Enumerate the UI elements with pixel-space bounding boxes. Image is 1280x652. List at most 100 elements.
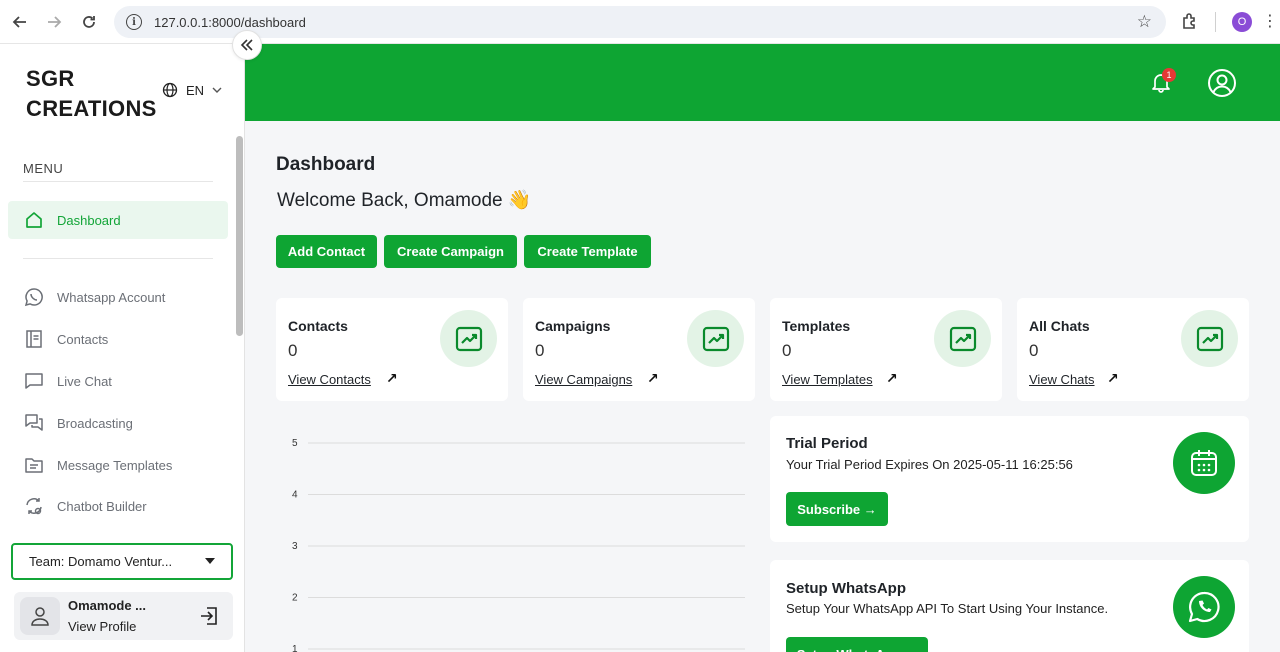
add-contact-button[interactable]: Add Contact: [276, 235, 377, 268]
trial-period-panel: Trial Period Your Trial Period Expires O…: [770, 416, 1249, 542]
card-title: Campaigns: [535, 318, 611, 334]
sidebar: SGR CREATIONS EN MENU Dashboard Whatsapp…: [0, 44, 245, 652]
welcome-message: Welcome Back, Omamode 👋: [277, 190, 532, 211]
team-selector[interactable]: Team: Domamo Ventur...: [11, 543, 233, 580]
trend-icon-badge: [934, 310, 991, 367]
sidebar-item-label: Contacts: [57, 331, 109, 347]
trend-icon-badge: [1181, 310, 1238, 367]
account-icon[interactable]: [1207, 68, 1237, 98]
logout-icon[interactable]: [199, 606, 219, 626]
double-chevron-left-icon: [240, 39, 253, 51]
stat-card-all-chats: All Chats 0 View Chats ↗: [1017, 298, 1249, 401]
create-campaign-button[interactable]: Create Campaign: [384, 235, 517, 268]
stat-card-contacts: Contacts 0 View Contacts ↗: [276, 298, 508, 401]
setup-whatsapp-button[interactable]: Setup WhatsApp →: [786, 637, 928, 652]
calendar-icon-badge: [1173, 432, 1235, 494]
forward-icon[interactable]: [42, 10, 66, 34]
arrow-up-right-icon: ↗: [886, 370, 898, 386]
notification-badge: 1: [1162, 68, 1176, 82]
card-value: 0: [535, 341, 545, 360]
address-bar[interactable]: i 127.0.0.1:8000/dashboard ☆: [114, 6, 1166, 38]
card-title: Templates: [782, 318, 851, 334]
home-icon: [24, 210, 44, 230]
url-text: 127.0.0.1:8000/dashboard: [154, 14, 306, 30]
view-templates-link[interactable]: View Templates: [782, 372, 873, 387]
sidebar-item-message-templates[interactable]: Message Templates: [8, 446, 228, 484]
trial-text: Your Trial Period Expires On 2025-05-11 …: [786, 457, 1073, 472]
browser-profile-avatar[interactable]: O: [1232, 12, 1252, 32]
top-header: 1: [245, 44, 1280, 121]
sidebar-item-label: Chatbot Builder: [57, 498, 147, 514]
avatar: [20, 597, 60, 635]
toolbar-divider: [1215, 12, 1216, 32]
setup-whatsapp-panel: Setup WhatsApp Setup Your WhatsApp API T…: [770, 560, 1249, 652]
card-value: 0: [782, 341, 792, 360]
broadcast-icon: [24, 413, 44, 433]
y-tick-label: 5: [292, 438, 298, 449]
language-selector[interactable]: EN: [162, 82, 222, 98]
trial-title: Trial Period: [786, 435, 868, 452]
card-value: 0: [288, 341, 298, 360]
sidebar-item-contacts[interactable]: Contacts: [8, 320, 228, 358]
browser-menu-icon[interactable]: ⋮: [1262, 12, 1278, 32]
sidebar-item-broadcasting[interactable]: Broadcasting: [8, 404, 228, 442]
card-title: All Chats: [1029, 318, 1090, 334]
sidebar-item-dashboard[interactable]: Dashboard: [8, 201, 228, 239]
calendar-icon: [1191, 450, 1217, 476]
trend-up-icon: [1196, 326, 1223, 351]
extensions-icon[interactable]: [1180, 12, 1200, 32]
setup-whatsapp-text: Setup Your WhatsApp API To Start Using Y…: [786, 601, 1109, 616]
arrow-up-right-icon: ↗: [386, 370, 398, 386]
menu-divider: [23, 181, 213, 182]
sidebar-item-label: Broadcasting: [57, 415, 133, 431]
y-tick-label: 2: [292, 593, 298, 604]
trend-up-icon: [455, 326, 482, 351]
create-template-button[interactable]: Create Template: [524, 235, 651, 268]
site-info-icon[interactable]: i: [126, 14, 142, 30]
y-tick-label: 4: [292, 490, 298, 501]
reload-icon[interactable]: [77, 10, 101, 34]
sidebar-item-chatbot-builder[interactable]: Chatbot Builder: [8, 487, 228, 525]
chevron-down-icon: [212, 85, 222, 96]
whatsapp-icon: [1188, 591, 1220, 623]
arrow-up-right-icon: ↗: [647, 370, 659, 386]
sidebar-item-whatsapp-account[interactable]: Whatsapp Account: [8, 278, 228, 316]
menu-heading: MENU: [23, 161, 64, 176]
whatsapp-icon-badge: [1173, 576, 1235, 638]
view-chats-link[interactable]: View Chats: [1029, 372, 1095, 387]
stat-card-campaigns: Campaigns 0 View Campaigns ↗: [523, 298, 755, 401]
view-campaigns-link[interactable]: View Campaigns: [535, 372, 632, 387]
trend-icon-badge: [687, 310, 744, 367]
y-tick-label: 1: [292, 644, 298, 652]
subscribe-button[interactable]: Subscribe →: [786, 492, 888, 526]
trend-up-icon: [702, 326, 729, 351]
activity-chart: 5 4 3 2 1: [292, 438, 745, 652]
contacts-icon: [24, 329, 44, 349]
y-tick-label: 3: [292, 541, 298, 552]
chat-icon: [24, 371, 44, 391]
sidebar-item-label: Message Templates: [57, 457, 173, 473]
bookmark-star-icon[interactable]: ☆: [1137, 12, 1152, 32]
menu-divider: [23, 258, 213, 259]
trend-up-icon: [949, 326, 976, 351]
sidebar-scrollbar[interactable]: [236, 136, 243, 336]
stat-card-templates: Templates 0 View Templates ↗: [770, 298, 1002, 401]
sidebar-item-live-chat[interactable]: Live Chat: [8, 362, 228, 400]
trend-icon-badge: [440, 310, 497, 367]
card-value: 0: [1029, 341, 1039, 360]
whatsapp-icon: [24, 287, 44, 307]
team-label: Team: Domamo Ventur...: [29, 554, 173, 569]
globe-icon: [162, 82, 178, 98]
sidebar-item-label: Live Chat: [57, 373, 112, 389]
language-label: EN: [186, 82, 205, 98]
view-profile-link[interactable]: View Profile: [68, 619, 136, 634]
collapse-sidebar-button[interactable]: [232, 30, 262, 60]
browser-toolbar: i 127.0.0.1:8000/dashboard ☆ O ⋮: [0, 0, 1280, 44]
view-contacts-link[interactable]: View Contacts: [288, 372, 371, 387]
arrow-up-right-icon: ↗: [1107, 370, 1119, 386]
back-icon[interactable]: [8, 10, 32, 34]
card-title: Contacts: [288, 318, 348, 334]
user-profile-card[interactable]: Omamode ... View Profile: [14, 592, 233, 640]
brand-logo: SGR CREATIONS: [26, 66, 157, 121]
page-title: Dashboard: [276, 154, 376, 175]
